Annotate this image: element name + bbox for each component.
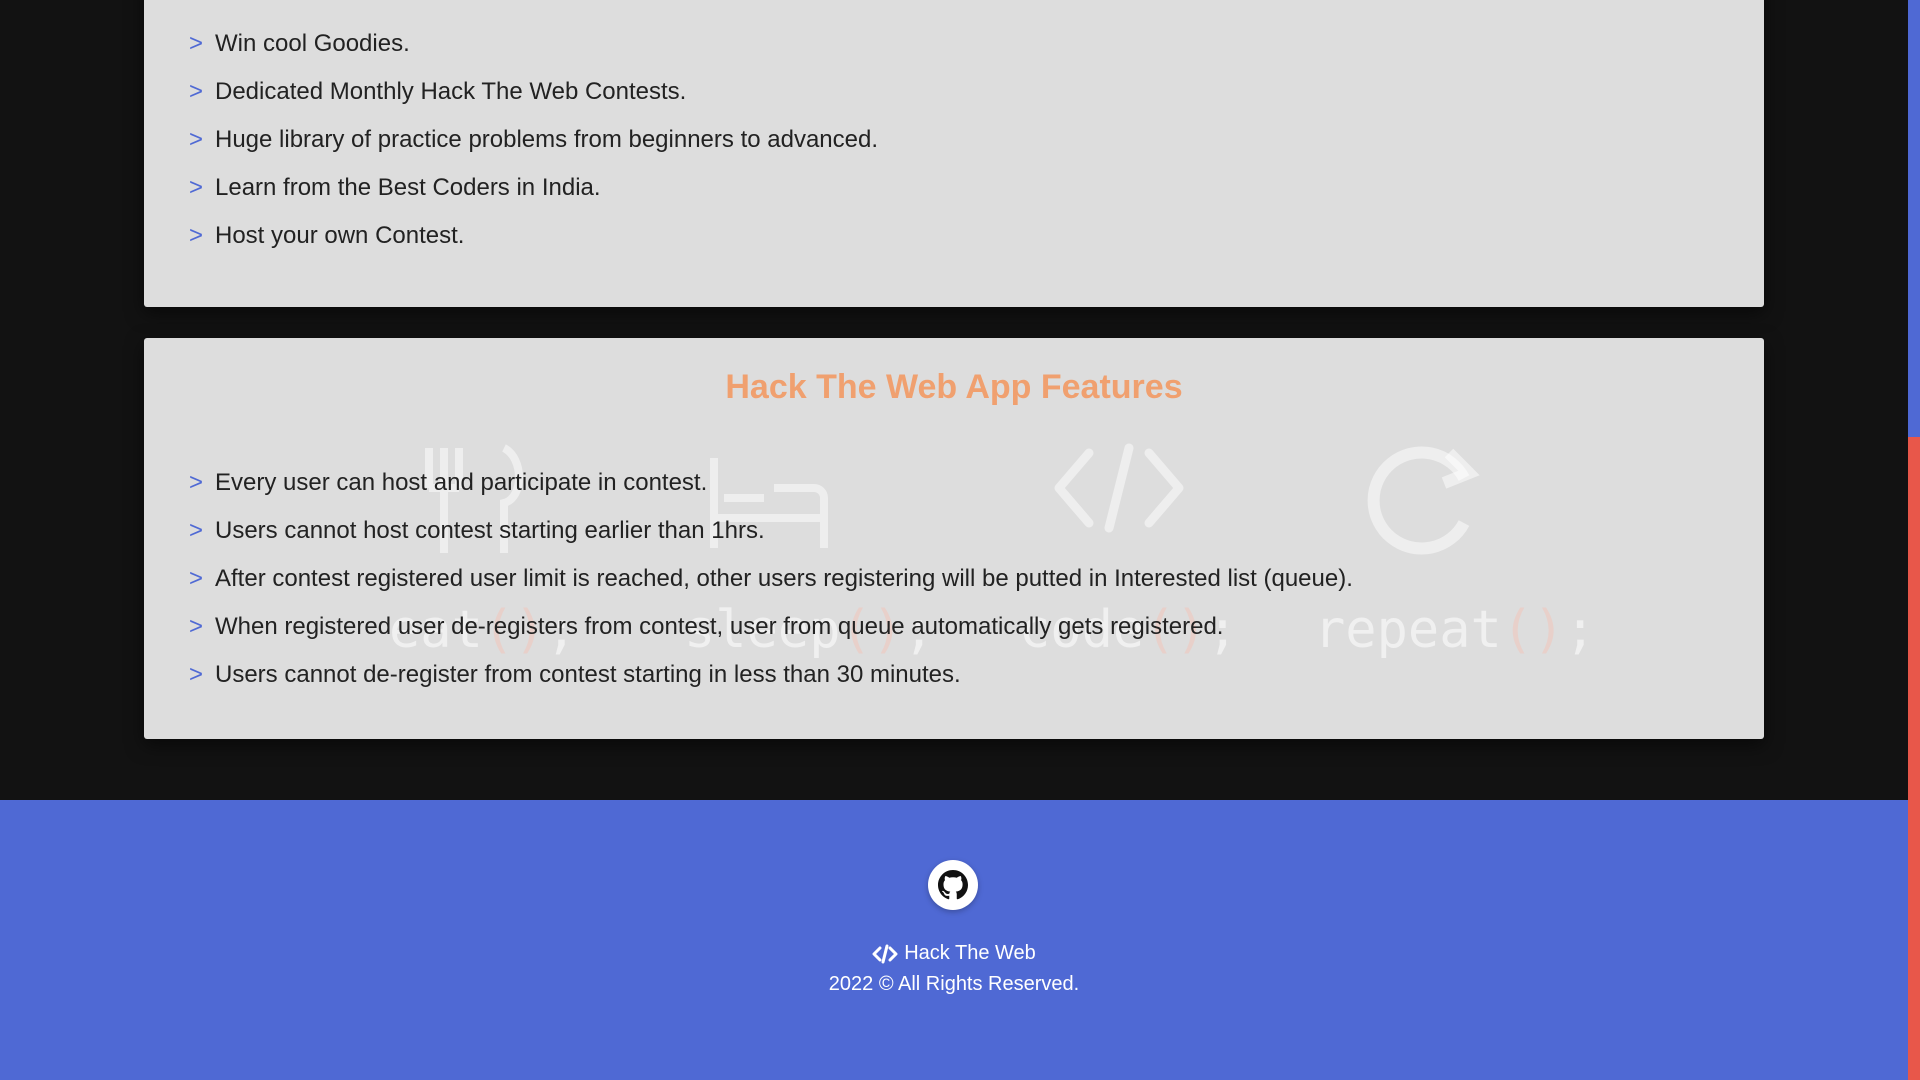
code-icon [872, 944, 898, 963]
github-link[interactable] [928, 860, 978, 910]
list-item: > When registered user de-registers from… [189, 603, 1353, 651]
features-card-general: > Win cool Goodies. > Dedicated Monthly … [144, 0, 1764, 307]
section-title: Hack The Web App Features [725, 368, 1183, 406]
list-item-text: Users cannot host contest starting earli… [215, 517, 765, 544]
chevron-right-icon: > [189, 78, 204, 105]
list-item: > Host your own Contest. [189, 212, 878, 260]
list-item-text: Win cool Goodies. [215, 30, 410, 57]
feature-list-general: > Win cool Goodies. > Dedicated Monthly … [189, 20, 878, 260]
list-item-text: Host your own Contest. [215, 222, 465, 249]
feature-list-app: > Every user can host and participate in… [189, 459, 1353, 699]
brand-name: Hack The Web [904, 942, 1036, 964]
list-item: > Huge library of practice problems from… [189, 116, 878, 164]
chevron-right-icon: > [189, 30, 204, 57]
scrollbar[interactable] [1908, 0, 1920, 1080]
footer-brand: Hack The Web [0, 942, 1908, 965]
list-item: > After contest registered user limit is… [189, 555, 1353, 603]
list-item: > Every user can host and participate in… [189, 459, 1353, 507]
chevron-right-icon: > [189, 469, 204, 496]
page: > Win cool Goodies. > Dedicated Monthly … [0, 0, 1920, 1080]
chevron-right-icon: > [189, 517, 204, 544]
list-item-text: Dedicated Monthly Hack The Web Contests. [215, 78, 687, 105]
chevron-right-icon: > [189, 613, 204, 640]
list-item-text: Learn from the Best Coders in India. [215, 174, 601, 201]
list-item: > Users cannot de-register from contest … [189, 651, 1353, 699]
chevron-right-icon: > [189, 222, 204, 249]
list-item: > Learn from the Best Coders in India. [189, 164, 878, 212]
chevron-right-icon: > [189, 565, 204, 592]
scrollbar-thumb[interactable] [1908, 437, 1920, 1080]
chevron-right-icon: > [189, 126, 204, 153]
list-item-text: Users cannot de-register from contest st… [215, 661, 961, 688]
github-icon [938, 870, 968, 900]
watermark-word: repeat(); [1314, 600, 1596, 660]
list-item-text: When registered user de-registers from c… [215, 613, 1224, 640]
copyright-text: 2022 © All Rights Reserved. [828, 973, 1080, 995]
chevron-right-icon: > [189, 174, 204, 201]
list-item: > Win cool Goodies. [189, 20, 878, 68]
list-item-text: After contest registered user limit is r… [215, 565, 1353, 592]
footer: Hack The Web 2022 © All Rights Reserved. [0, 800, 1908, 1080]
refresh-icon [1367, 446, 1480, 555]
list-item-text: Every user can host and participate in c… [215, 469, 708, 496]
list-item: > Dedicated Monthly Hack The Web Contest… [189, 68, 878, 116]
list-item-text: Huge library of practice problems from b… [215, 126, 878, 153]
main-area: > Win cool Goodies. > Dedicated Monthly … [0, 0, 1908, 800]
chevron-right-icon: > [189, 661, 204, 688]
features-card-app: eat(); sleep(); code(); repeat(); Hack T… [144, 338, 1764, 739]
list-item: > Users cannot host contest starting ear… [189, 507, 1353, 555]
